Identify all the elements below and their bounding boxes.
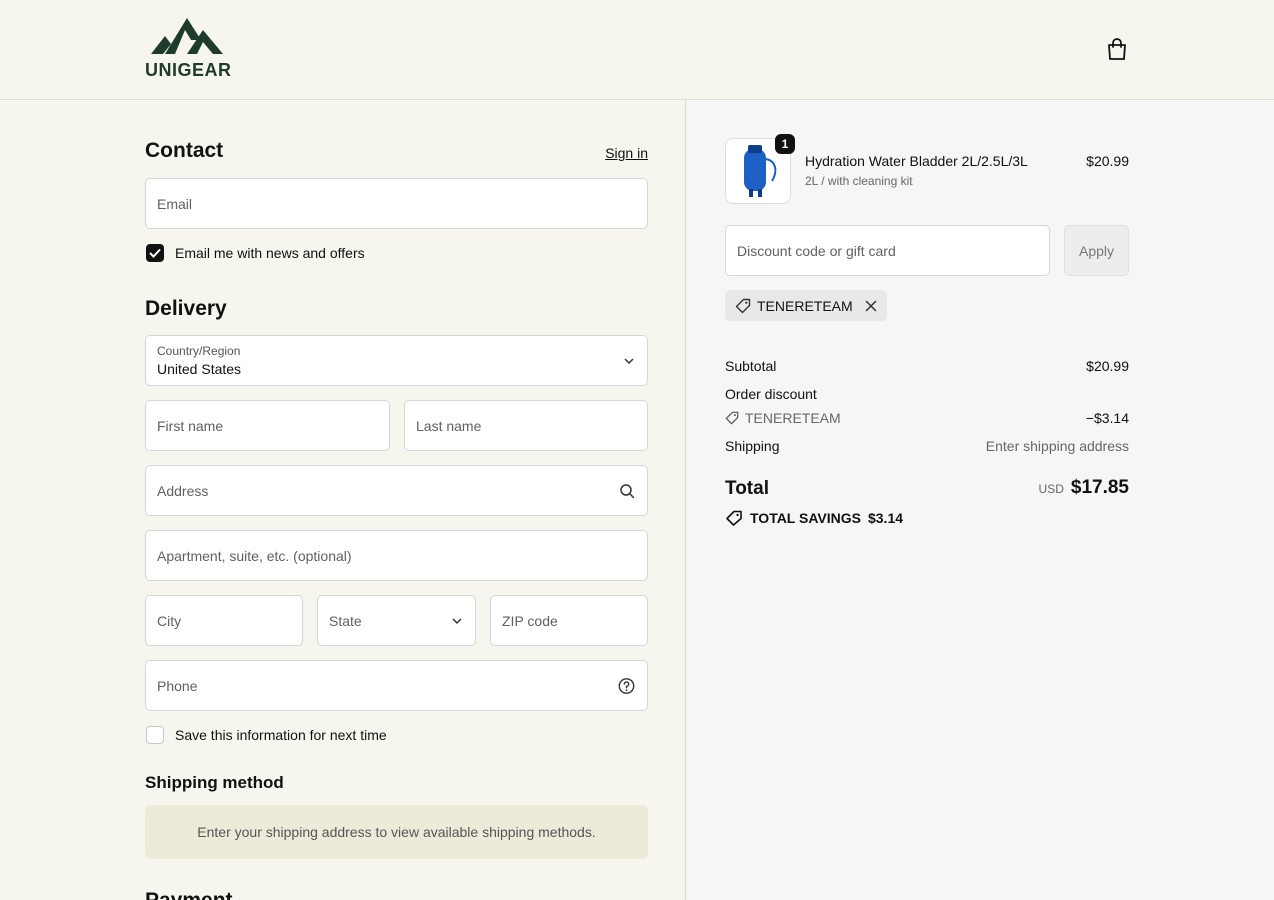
quantity-badge: 1 xyxy=(775,134,795,154)
contact-heading: Contact xyxy=(145,139,224,162)
order-discount-label: Order discount xyxy=(725,386,817,402)
total-value: $17.85 xyxy=(1070,477,1129,498)
subtotal-label: Subtotal xyxy=(725,358,777,374)
question-circle-icon[interactable] xyxy=(618,677,635,694)
city-field[interactable] xyxy=(145,595,303,646)
product-price: $20.99 xyxy=(1086,153,1129,169)
city-input[interactable] xyxy=(157,612,291,629)
apartment-input[interactable] xyxy=(157,547,636,564)
newsletter-checkbox[interactable] xyxy=(146,244,164,262)
first-name-input[interactable] xyxy=(157,417,378,434)
address-field[interactable] xyxy=(145,465,648,516)
email-field[interactable] xyxy=(145,178,648,229)
save-info-label: Save this information for next time xyxy=(175,727,387,743)
savings-label: TOTAL SAVINGS xyxy=(750,510,861,526)
checkmark-icon xyxy=(149,248,161,258)
shipping-method-placeholder: Enter your shipping address to view avai… xyxy=(145,805,648,859)
header: UNIGEAR xyxy=(0,0,1274,100)
chevron-down-icon xyxy=(451,617,463,625)
country-value: United States xyxy=(157,361,242,377)
total-label: Total xyxy=(725,478,769,499)
first-name-field[interactable] xyxy=(145,400,390,451)
total-amount: USD $17.85 xyxy=(1039,477,1129,499)
apartment-field[interactable] xyxy=(145,530,648,581)
applied-discount-code: TENERETEAM xyxy=(757,297,853,314)
discount-input[interactable] xyxy=(737,242,1038,259)
email-input[interactable] xyxy=(157,195,636,212)
zip-input[interactable] xyxy=(502,612,636,629)
total-savings: TOTAL SAVINGS $3.14 xyxy=(725,510,903,526)
product-name: Hydration Water Bladder 2L/2.5L/3L xyxy=(805,153,1028,169)
subtotal-value: $20.99 xyxy=(1086,358,1129,374)
shipping-value: Enter shipping address xyxy=(985,438,1129,454)
tag-icon xyxy=(726,510,742,526)
country-select[interactable]: Country/Region United States xyxy=(145,335,648,386)
brand-name: UNIGEAR xyxy=(145,60,232,80)
product-variant: 2L / with cleaning kit xyxy=(805,174,913,188)
shipping-method-message: Enter your shipping address to view avai… xyxy=(197,824,596,840)
unigear-logo[interactable]: UNIGEAR xyxy=(145,16,235,80)
mountain-logo-icon xyxy=(151,18,223,54)
phone-input[interactable] xyxy=(157,677,636,694)
state-placeholder: State xyxy=(329,612,362,629)
newsletter-checkbox-row[interactable]: Email me with news and offers xyxy=(146,244,365,262)
newsletter-label: Email me with news and offers xyxy=(175,245,365,261)
phone-field[interactable] xyxy=(145,660,648,711)
save-info-checkbox[interactable] xyxy=(146,726,164,744)
cart-button[interactable] xyxy=(1104,36,1130,62)
applied-discount-chip: TENERETEAM xyxy=(725,290,887,321)
currency-code: USD xyxy=(1038,482,1064,496)
tag-icon xyxy=(725,411,739,425)
save-info-checkbox-row[interactable]: Save this information for next time xyxy=(146,726,387,744)
apply-button[interactable]: Apply xyxy=(1064,225,1129,276)
discount-code-label: TENERETEAM xyxy=(745,410,841,426)
discount-value: −$3.14 xyxy=(1085,410,1129,426)
tag-icon xyxy=(735,298,751,313)
zip-field[interactable] xyxy=(490,595,648,646)
state-select[interactable]: State xyxy=(317,595,476,646)
last-name-field[interactable] xyxy=(404,400,648,451)
country-label: Country/Region xyxy=(157,344,241,358)
delivery-heading: Delivery xyxy=(145,297,227,320)
discount-field[interactable] xyxy=(725,225,1050,276)
last-name-input[interactable] xyxy=(416,417,636,434)
search-icon[interactable] xyxy=(619,483,635,499)
sign-in-link[interactable]: Sign in xyxy=(605,145,648,161)
order-summary-panel xyxy=(687,100,1274,900)
address-input[interactable] xyxy=(157,482,636,499)
chevron-down-icon xyxy=(623,357,635,365)
shipping-method-heading: Shipping method xyxy=(145,773,284,792)
discount-code-row: TENERETEAM xyxy=(725,410,841,426)
close-icon[interactable] xyxy=(865,300,877,312)
shipping-label: Shipping xyxy=(725,438,780,454)
shopping-bag-icon xyxy=(1108,38,1126,60)
savings-value: $3.14 xyxy=(867,510,904,526)
payment-heading: Payment xyxy=(145,889,233,900)
